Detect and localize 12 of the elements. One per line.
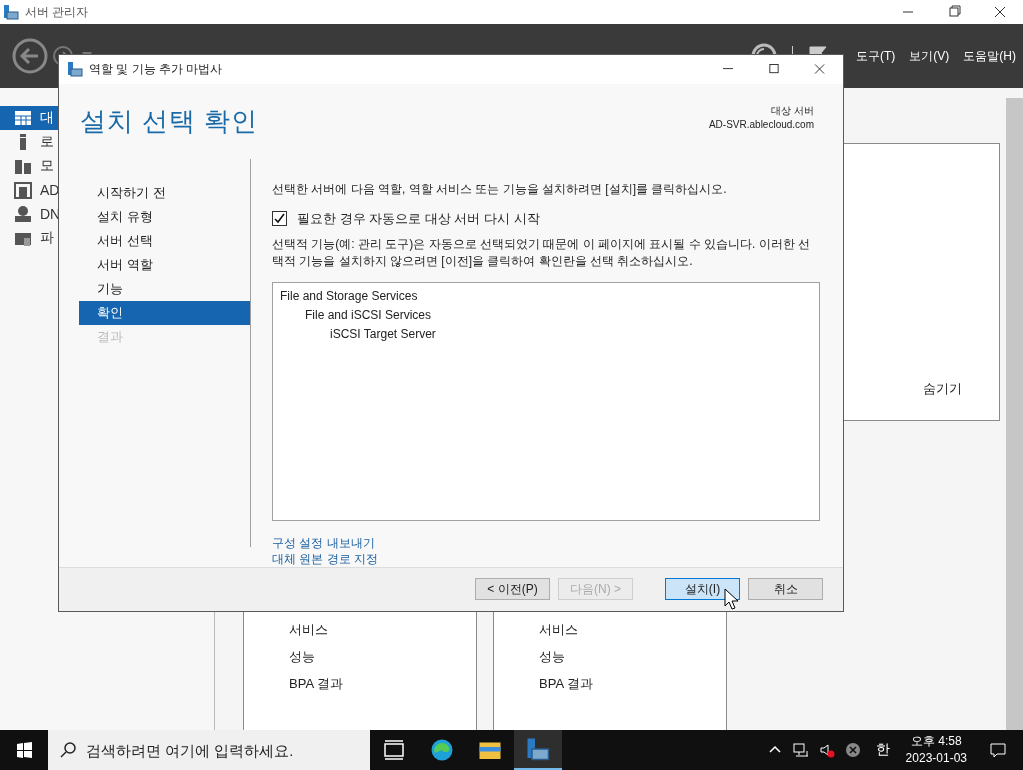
feature-item: File and iSCSI Services bbox=[305, 306, 433, 324]
feature-item: iSCSI Target Server bbox=[330, 325, 437, 343]
dialog-title: 역할 및 기능 추가 마법사 bbox=[89, 60, 224, 78]
instruction-text: 선택한 서버에 다음 역할, 역할 서비스 또는 기능을 설치하려면 [설치]를 클릭하십시오. bbox=[272, 180, 728, 198]
note-text: 선택적 기능(예: 관리 도구)은 자동으로 선택되었기 때문에 이 페이지에 표시될 수 있습니다. 이러한 선택적 기능을 설치하지 않으려면 [이전]을 클릭하여 확인란을 선택 취소하십시오. bbox=[272, 235, 811, 270]
target-server-label: 대상 서버 bbox=[771, 103, 814, 118]
checkbox-label: 필요한 경우 자동으로 대상 서버 다시 시작 bbox=[297, 209, 540, 228]
target-server-name: AD-SVR.ablecloud.com bbox=[708, 117, 814, 132]
wizard-page-title: 설치 선택 확인 bbox=[80, 104, 259, 138]
window-title: 서버 관리자 bbox=[25, 3, 90, 21]
feature-item: File and Storage Services bbox=[280, 287, 419, 305]
wizard-step: 결과 bbox=[79, 324, 250, 349]
